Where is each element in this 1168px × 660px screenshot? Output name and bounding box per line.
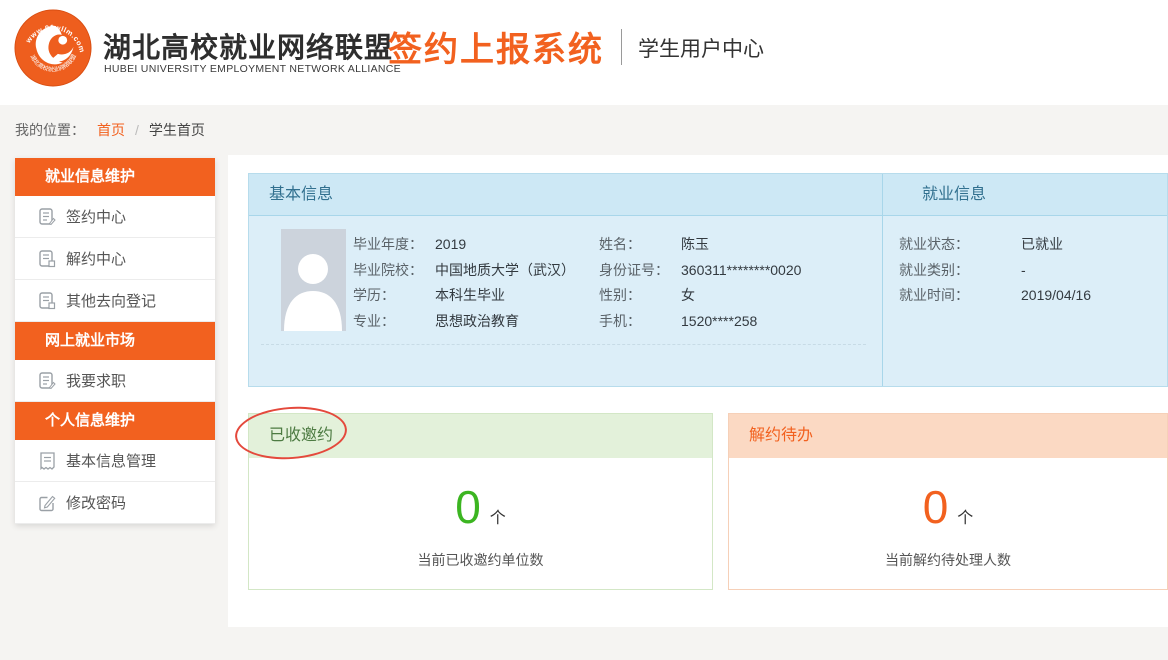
cancellation-pending-card-title: 解约待办 (729, 414, 1167, 458)
invitations-caption: 当前已收邀约单位数 (249, 550, 712, 570)
field-label: 专业： (353, 309, 435, 335)
sidebar-nav: 就业信息维护 签约中心 解约中心 其他去向登记 网上就业市场 (15, 158, 215, 524)
field-value: 2019 (435, 236, 466, 252)
basic-info-column-left: 毕业年度：2019 毕业院校：中国地质大学（武汉） 学历：本科生毕业 专业：思想… (353, 232, 575, 334)
app-header: www.91wllm.com 湖北高校就业网络联盟 湖北高校就业网络联盟 HUB… (0, 0, 1168, 105)
sidebar-item-other-destination[interactable]: 其他去向登记 (15, 280, 215, 322)
field-value: 1520****258 (681, 313, 757, 329)
document-badge-icon (39, 250, 56, 268)
field-row: 毕业年度：2019 (353, 232, 575, 258)
sidebar-item-change-password[interactable]: 修改密码 (15, 482, 215, 524)
field-label: 就业状态： (899, 232, 1021, 258)
sidebar-item-label: 我要求职 (66, 370, 126, 391)
sidebar-item-job-seeking[interactable]: 我要求职 (15, 360, 215, 402)
brand-title: 湖北高校就业网络联盟 (103, 26, 393, 66)
received-invitations-card[interactable]: 已收邀约 0 个 当前已收邀约单位数 (248, 413, 713, 590)
info-panel-header: 基本信息 就业信息 (249, 174, 1167, 216)
basic-info-title: 基本信息 (269, 174, 333, 216)
count-unit: 个 (490, 504, 506, 528)
basic-info-column-right: 姓名：陈玉 身份证号：360311********0020 性别：女 手机：15… (599, 232, 801, 334)
field-row: 就业时间：2019/04/16 (899, 283, 1091, 309)
field-row: 毕业院校：中国地质大学（武汉） (353, 258, 575, 284)
count-unit: 个 (957, 504, 973, 528)
document-badge-icon (39, 292, 56, 310)
field-label: 手机： (599, 309, 681, 335)
field-value: 女 (681, 287, 695, 303)
breadcrumb-home-link[interactable]: 首页 (97, 120, 125, 140)
field-row: 身份证号：360311********0020 (599, 258, 801, 284)
received-invitations-card-title: 已收邀约 (249, 414, 712, 458)
main-content: 基本信息 就业信息 毕业年度：2019 毕业院校：中国地质大学（武汉） 学历：本… (228, 155, 1168, 627)
student-avatar (281, 229, 346, 331)
field-label: 毕业年度： (353, 232, 435, 258)
sidebar-item-basic-info-management[interactable]: 基本信息管理 (15, 440, 215, 482)
document-pen-icon (39, 372, 56, 390)
field-row: 就业类别：- (899, 258, 1091, 284)
alliance-logo-icon[interactable]: www.91wllm.com 湖北高校就业网络联盟 (14, 9, 92, 87)
field-label: 毕业院校： (353, 258, 435, 284)
field-row: 性别：女 (599, 283, 801, 309)
panel-dashed-divider (261, 344, 866, 345)
field-row: 学历：本科生毕业 (353, 283, 575, 309)
field-row: 专业：思想政治教育 (353, 309, 575, 335)
cancellation-caption: 当前解约待处理人数 (729, 550, 1167, 570)
cancellation-count: 0 (923, 484, 949, 530)
field-label: 就业时间： (899, 283, 1021, 309)
card-body: 0 个 当前解约待处理人数 (729, 484, 1167, 570)
sidebar-section-job-market[interactable]: 网上就业市场 (15, 322, 215, 360)
document-icon (39, 452, 56, 470)
sidebar-item-label: 基本信息管理 (66, 450, 156, 471)
breadcrumb-separator: / (135, 122, 139, 138)
field-row: 就业状态：已就业 (899, 232, 1091, 258)
card-body: 0 个 当前已收邀约单位数 (249, 484, 712, 570)
system-title: 签约上报系统 (388, 22, 604, 71)
breadcrumb-current[interactable]: 学生首页 (149, 120, 205, 140)
field-value: 2019/04/16 (1021, 287, 1091, 303)
edit-pen-icon (39, 494, 56, 512)
field-label: 姓名： (599, 232, 681, 258)
student-info-panel: 基本信息 就业信息 毕业年度：2019 毕业院校：中国地质大学（武汉） 学历：本… (248, 173, 1168, 387)
field-value: 思想政治教育 (435, 313, 519, 329)
field-value: 陈玉 (681, 236, 709, 252)
employment-info-column: 就业状态：已就业 就业类别：- 就业时间：2019/04/16 (899, 232, 1091, 309)
brand-subtitle: HUBEI UNIVERSITY EMPLOYMENT NETWORK ALLI… (104, 63, 401, 75)
sidebar-item-label: 签约中心 (66, 206, 126, 227)
document-pen-icon (39, 208, 56, 226)
panel-vertical-divider (882, 174, 883, 386)
field-label: 就业类别： (899, 258, 1021, 284)
employment-info-title: 就业信息 (922, 174, 986, 216)
field-value: 已就业 (1021, 236, 1063, 252)
sidebar-section-personal-info[interactable]: 个人信息维护 (15, 402, 215, 440)
sidebar-item-label: 解约中心 (66, 248, 126, 269)
cancellation-pending-card[interactable]: 解约待办 0 个 当前解约待处理人数 (728, 413, 1168, 590)
field-value: 本科生毕业 (435, 287, 505, 303)
invitations-count: 0 (455, 484, 481, 530)
field-label: 学历： (353, 283, 435, 309)
field-value: 中国地质大学（武汉） (435, 262, 575, 278)
field-label: 身份证号： (599, 258, 681, 284)
field-value: - (1021, 262, 1026, 278)
sidebar-item-label: 修改密码 (66, 492, 126, 513)
sidebar-item-cancel-center[interactable]: 解约中心 (15, 238, 215, 280)
sidebar-section-employment-info[interactable]: 就业信息维护 (15, 158, 215, 196)
field-label: 性别： (599, 283, 681, 309)
field-row: 姓名：陈玉 (599, 232, 801, 258)
sidebar-item-label: 其他去向登记 (66, 290, 156, 311)
sidebar-item-sign-center[interactable]: 签约中心 (15, 196, 215, 238)
breadcrumb: 我的位置： 首页 / 学生首页 (15, 105, 205, 155)
field-row: 手机：1520****258 (599, 309, 801, 335)
portal-title: 学生用户中心 (638, 33, 764, 63)
field-value: 360311********0020 (681, 262, 801, 278)
header-divider (621, 29, 622, 65)
breadcrumb-label: 我的位置： (15, 120, 85, 140)
